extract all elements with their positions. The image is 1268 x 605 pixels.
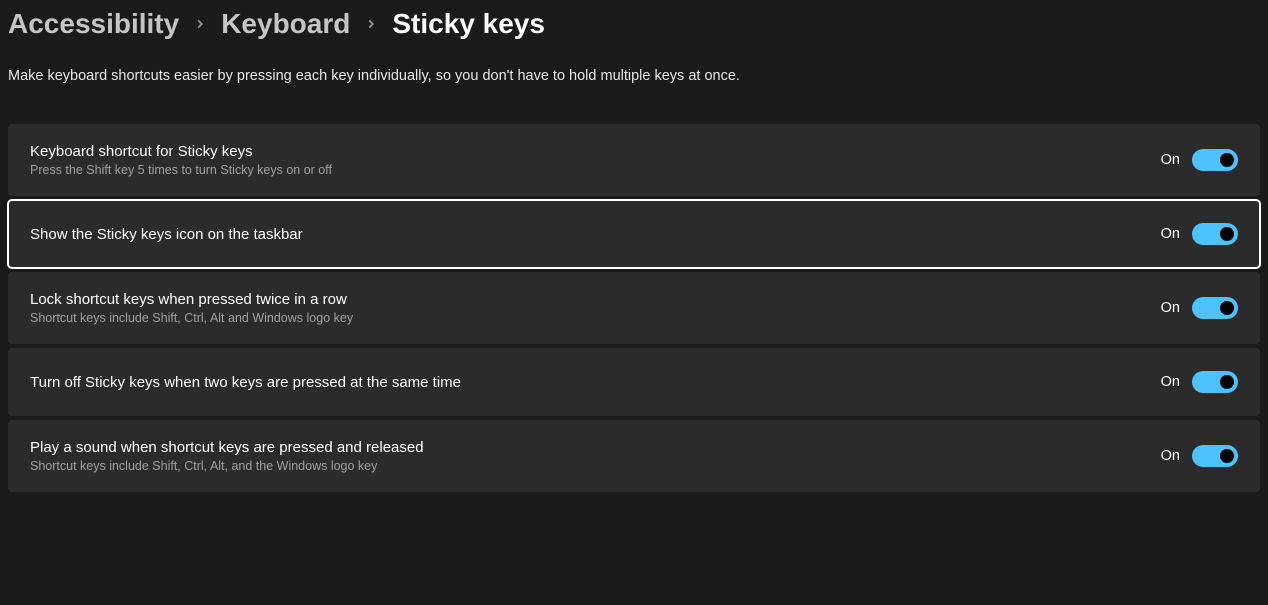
setting-lock-shortcut[interactable]: Lock shortcut keys when pressed twice in… bbox=[8, 272, 1260, 344]
setting-subtitle: Press the Shift key 5 times to turn Stic… bbox=[30, 163, 332, 177]
toggle-switch[interactable] bbox=[1192, 445, 1238, 467]
breadcrumb-current: Sticky keys bbox=[392, 8, 545, 40]
toggle-group: On bbox=[1161, 445, 1238, 467]
toggle-switch[interactable] bbox=[1192, 297, 1238, 319]
toggle-state-label: On bbox=[1161, 226, 1180, 242]
toggle-knob bbox=[1220, 301, 1234, 315]
setting-text: Turn off Sticky keys when two keys are p… bbox=[30, 374, 461, 391]
setting-title: Keyboard shortcut for Sticky keys bbox=[30, 143, 332, 160]
breadcrumb-accessibility[interactable]: Accessibility bbox=[8, 8, 179, 40]
setting-subtitle: Shortcut keys include Shift, Ctrl, Alt a… bbox=[30, 311, 353, 325]
setting-keyboard-shortcut[interactable]: Keyboard shortcut for Sticky keys Press … bbox=[8, 124, 1260, 196]
breadcrumb-keyboard[interactable]: Keyboard bbox=[221, 8, 350, 40]
toggle-switch[interactable] bbox=[1192, 371, 1238, 393]
setting-title: Turn off Sticky keys when two keys are p… bbox=[30, 374, 461, 391]
toggle-group: On bbox=[1161, 297, 1238, 319]
setting-taskbar-icon[interactable]: Show the Sticky keys icon on the taskbar… bbox=[8, 200, 1260, 268]
toggle-knob bbox=[1220, 153, 1234, 167]
setting-text: Keyboard shortcut for Sticky keys Press … bbox=[30, 143, 332, 177]
setting-text: Play a sound when shortcut keys are pres… bbox=[30, 439, 424, 473]
toggle-state-label: On bbox=[1161, 448, 1180, 464]
toggle-group: On bbox=[1161, 149, 1238, 171]
setting-text: Lock shortcut keys when pressed twice in… bbox=[30, 291, 353, 325]
toggle-knob bbox=[1220, 227, 1234, 241]
toggle-knob bbox=[1220, 449, 1234, 463]
toggle-group: On bbox=[1161, 371, 1238, 393]
toggle-switch[interactable] bbox=[1192, 149, 1238, 171]
setting-text: Show the Sticky keys icon on the taskbar bbox=[30, 226, 303, 243]
setting-turn-off-two-keys[interactable]: Turn off Sticky keys when two keys are p… bbox=[8, 348, 1260, 416]
toggle-state-label: On bbox=[1161, 374, 1180, 390]
chevron-right-icon bbox=[193, 17, 207, 31]
chevron-right-icon bbox=[364, 17, 378, 31]
toggle-group: On bbox=[1161, 223, 1238, 245]
toggle-knob bbox=[1220, 375, 1234, 389]
setting-title: Lock shortcut keys when pressed twice in… bbox=[30, 291, 353, 308]
page-description: Make keyboard shortcuts easier by pressi… bbox=[8, 68, 1260, 84]
setting-title: Play a sound when shortcut keys are pres… bbox=[30, 439, 424, 456]
toggle-state-label: On bbox=[1161, 300, 1180, 316]
breadcrumb: Accessibility Keyboard Sticky keys bbox=[8, 8, 1260, 40]
setting-play-sound[interactable]: Play a sound when shortcut keys are pres… bbox=[8, 420, 1260, 492]
setting-title: Show the Sticky keys icon on the taskbar bbox=[30, 226, 303, 243]
toggle-state-label: On bbox=[1161, 152, 1180, 168]
toggle-switch[interactable] bbox=[1192, 223, 1238, 245]
setting-subtitle: Shortcut keys include Shift, Ctrl, Alt, … bbox=[30, 459, 424, 473]
settings-list: Keyboard shortcut for Sticky keys Press … bbox=[8, 124, 1260, 492]
